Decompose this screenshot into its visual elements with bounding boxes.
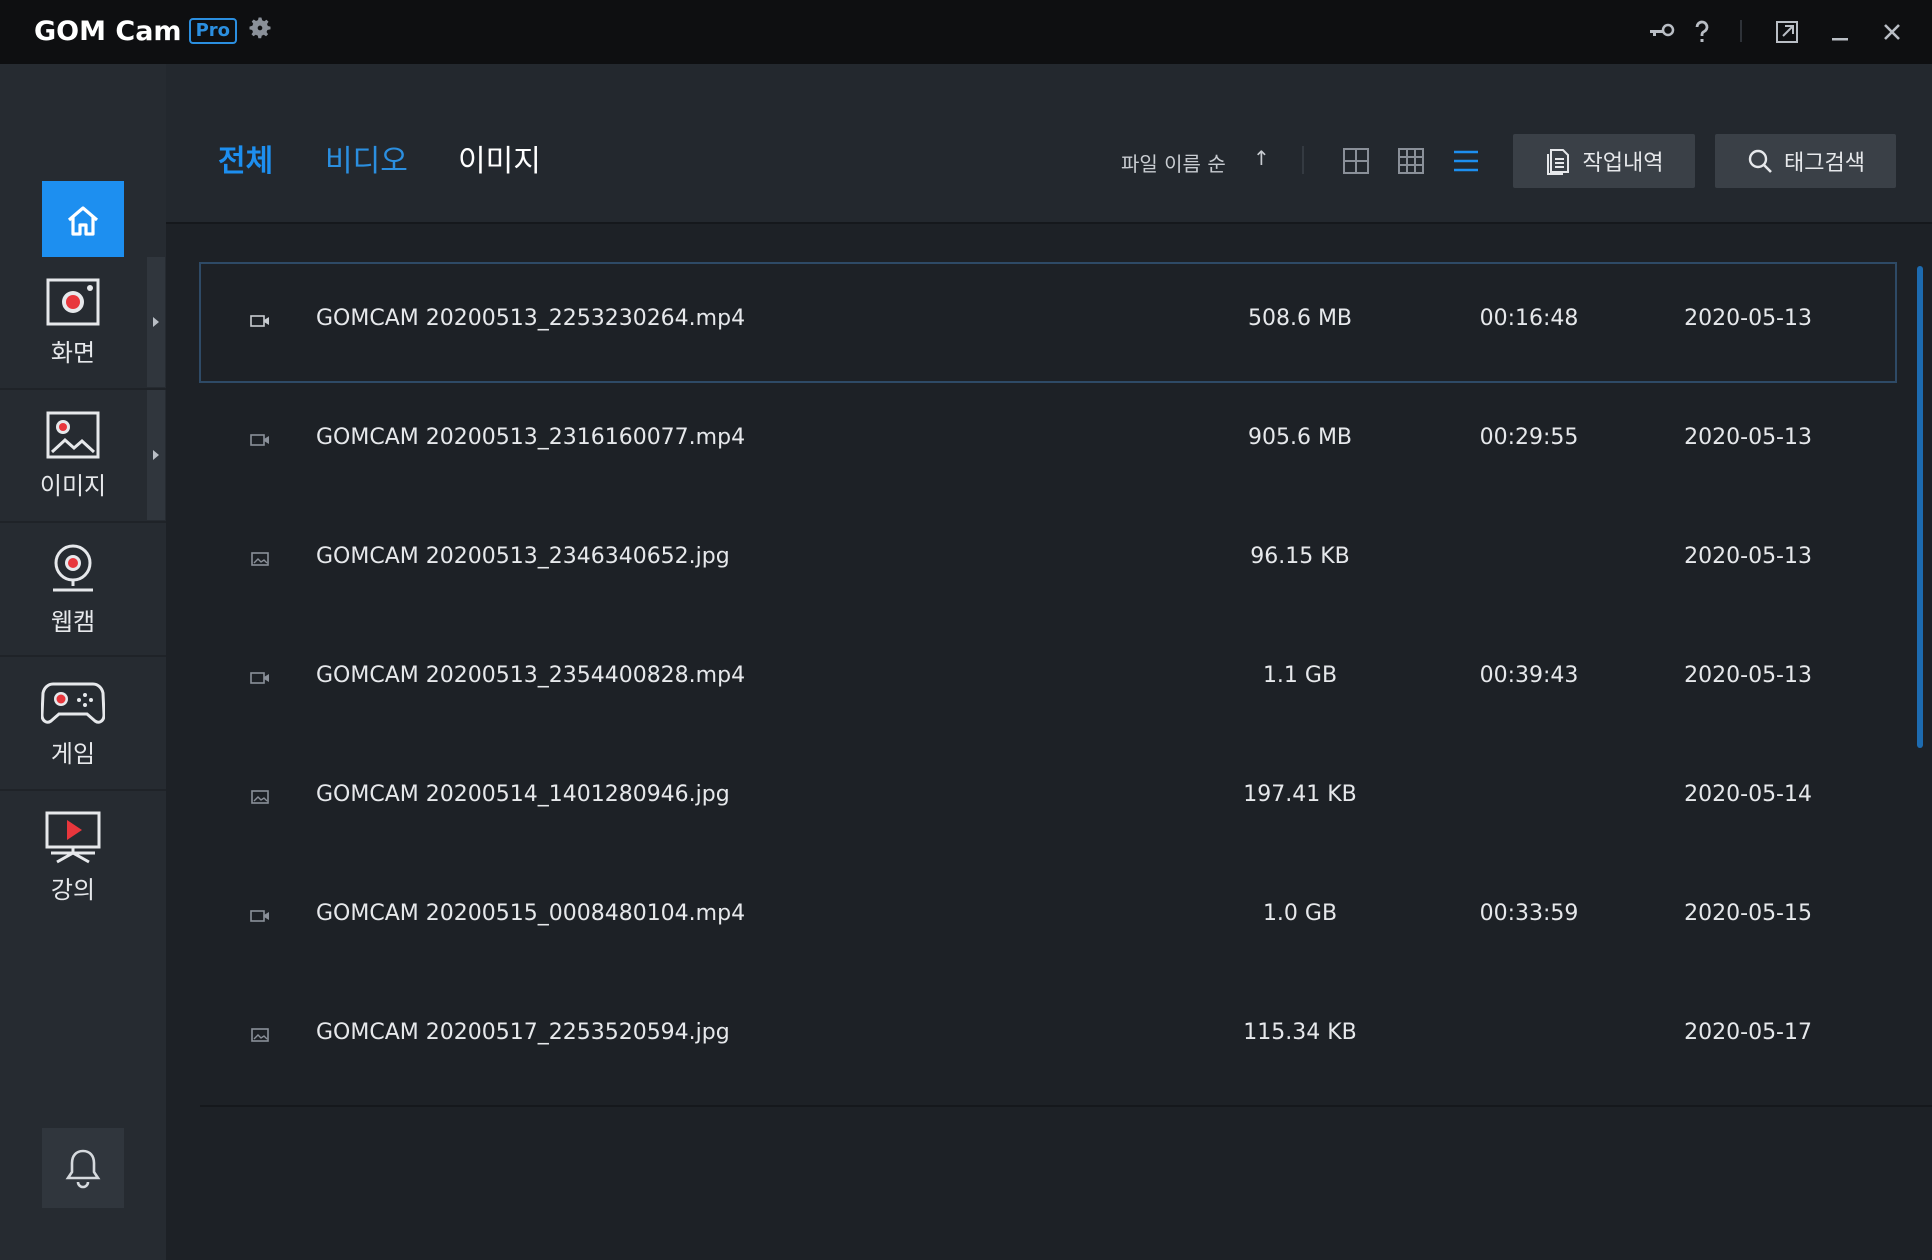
file-size: 115.34 KB — [1243, 1020, 1357, 1045]
table-row[interactable]: GOMCAM 20200517_2253520594.jpg 115.34 KB… — [200, 977, 1896, 1096]
file-name: GOMCAM 20200515_0008480104.mp4 — [316, 901, 746, 926]
settings-gear-icon[interactable] — [246, 14, 274, 42]
sidebar-item-image[interactable]: 이미지 — [0, 390, 146, 520]
home-button[interactable] — [42, 181, 124, 261]
logo-text: GOM Cam — [34, 15, 182, 47]
table-row[interactable]: GOMCAM 20200513_2354400828.mp4 1.1 GB 00… — [200, 620, 1896, 739]
sidebar-divider — [0, 655, 166, 657]
small-grid-view-icon[interactable] — [1396, 146, 1426, 176]
history-button-label: 작업내역 — [1582, 151, 1664, 176]
file-name: GOMCAM 20200513_2253230264.mp4 — [316, 306, 746, 331]
file-duration: 00:39:43 — [1479, 663, 1579, 688]
file-date: 2020-05-13 — [1684, 425, 1812, 450]
file-date: 2020-05-13 — [1684, 544, 1812, 569]
tab-all[interactable]: 전체 — [218, 142, 273, 182]
sidebar-item-game[interactable]: 게임 — [0, 658, 146, 788]
file-size: 1.0 GB — [1262, 901, 1338, 926]
tag-search-button[interactable]: 태그검색 — [1715, 134, 1896, 188]
sidebar-item-label: 게임 — [50, 739, 96, 768]
file-list: GOMCAM 20200513_2253230264.mp4 508.6 MB … — [199, 262, 1897, 1096]
image-file-icon — [251, 552, 269, 566]
image-file-icon — [251, 1028, 269, 1042]
file-name: GOMCAM 20200517_2253520594.jpg — [316, 1020, 730, 1045]
sidebar-item-label: 화면 — [50, 338, 96, 367]
image-submenu-toggle[interactable] — [147, 390, 165, 520]
file-name: GOMCAM 20200513_2346340652.jpg — [316, 544, 730, 569]
pro-badge: Pro — [188, 18, 237, 44]
file-date: 2020-05-13 — [1684, 663, 1812, 688]
close-icon[interactable] — [1876, 16, 1908, 48]
table-row[interactable]: GOMCAM 20200513_2346340652.jpg 96.15 KB … — [200, 501, 1896, 620]
file-duration: 00:33:59 — [1479, 901, 1579, 926]
file-duration: 00:16:48 — [1479, 306, 1579, 331]
image-capture-icon — [46, 411, 100, 458]
file-name: GOMCAM 20200513_2316160077.mp4 — [316, 425, 746, 450]
minimize-icon[interactable] — [1824, 16, 1856, 48]
titlebar-separator — [1740, 20, 1742, 42]
webcam-icon — [53, 544, 93, 591]
sidebar-item-lecture[interactable]: 강의 — [0, 792, 146, 922]
file-duration: 00:29:55 — [1479, 425, 1579, 450]
file-size: 1.1 GB — [1262, 663, 1338, 688]
sidebar-item-label: 웹캠 — [50, 607, 96, 636]
sidebar-item-label: 강의 — [50, 875, 96, 904]
large-grid-view-icon[interactable] — [1341, 146, 1371, 176]
video-file-icon — [250, 434, 269, 446]
table-row[interactable]: GOMCAM 20200514_1401280946.jpg 197.41 KB… — [200, 739, 1896, 858]
sort-direction-arrow[interactable]: ↑ — [1253, 146, 1270, 170]
sidebar-item-label: 이미지 — [39, 471, 107, 500]
table-row[interactable]: GOMCAM 20200513_2316160077.mp4 905.6 MB … — [200, 382, 1896, 501]
file-size: 508.6 MB — [1247, 306, 1353, 331]
file-date: 2020-05-17 — [1684, 1020, 1812, 1045]
sidebar-item-webcam[interactable]: 웹캠 — [0, 524, 146, 654]
restore-icon[interactable] — [1771, 16, 1803, 48]
lecture-icon — [45, 811, 101, 863]
file-name: GOMCAM 20200514_1401280946.jpg — [316, 782, 730, 807]
home-icon — [67, 206, 99, 236]
chevron-right-icon — [153, 450, 159, 460]
video-file-icon — [250, 910, 269, 922]
video-file-icon — [250, 672, 269, 684]
sidebar-divider — [0, 789, 166, 791]
sidebar: 화면 이미지 웹캠 게임 강의 — [0, 64, 166, 1260]
sidebar-divider — [0, 521, 166, 523]
title-bar: GOM Cam Pro — [0, 0, 1932, 64]
screen-record-icon — [46, 278, 100, 325]
document-list-icon — [1546, 149, 1569, 175]
app-logo: GOM Cam Pro — [34, 14, 237, 48]
file-size: 96.15 KB — [1250, 544, 1350, 569]
gamepad-icon — [41, 682, 105, 724]
file-size: 197.41 KB — [1243, 782, 1357, 807]
tab-image[interactable]: 이미지 — [458, 142, 541, 182]
notification-button[interactable] — [42, 1128, 124, 1208]
sidebar-item-screen[interactable]: 화면 — [0, 257, 146, 387]
list-view-icon[interactable] — [1451, 146, 1481, 176]
file-date: 2020-05-14 — [1684, 782, 1812, 807]
file-date: 2020-05-15 — [1684, 901, 1812, 926]
bell-icon — [65, 1149, 101, 1189]
table-row[interactable]: GOMCAM 20200515_0008480104.mp4 1.0 GB 00… — [200, 858, 1896, 977]
file-name: GOMCAM 20200513_2354400828.mp4 — [316, 663, 746, 688]
sort-dropdown[interactable]: 파일 이름 순 — [1121, 148, 1226, 177]
image-file-icon — [251, 790, 269, 804]
history-button[interactable]: 작업내역 — [1513, 134, 1695, 188]
list-bottom-divider — [200, 1105, 1932, 1107]
header-separator — [1302, 146, 1304, 174]
chevron-right-icon — [153, 317, 159, 327]
search-icon — [1748, 149, 1772, 173]
tab-video[interactable]: 비디오 — [325, 142, 408, 182]
screen-submenu-toggle[interactable] — [147, 257, 165, 387]
tag-search-button-label: 태그검색 — [1784, 151, 1865, 176]
key-icon[interactable] — [1646, 16, 1678, 48]
file-date: 2020-05-13 — [1684, 306, 1812, 331]
file-size: 905.6 MB — [1247, 425, 1353, 450]
help-icon[interactable] — [1686, 16, 1718, 48]
table-row[interactable]: GOMCAM 20200513_2253230264.mp4 508.6 MB … — [199, 262, 1897, 383]
video-file-icon — [250, 315, 269, 327]
list-scrollbar[interactable] — [1917, 266, 1923, 748]
